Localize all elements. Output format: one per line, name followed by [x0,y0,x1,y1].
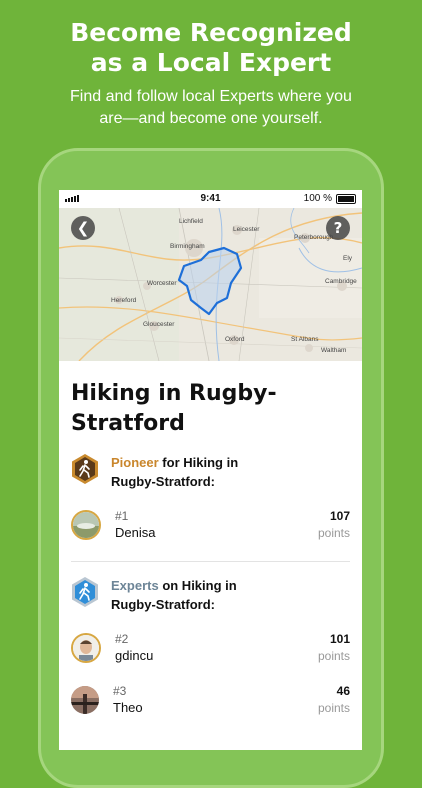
pioneer-caption: Pioneer for Hiking in Rugby-Stratford: [111,453,238,491]
page-title-line-1: Hiking in Rugby- [71,381,277,406]
map-label-leicester: Leicester [233,226,260,233]
page-title-line-2: Stratford [71,411,185,436]
leader-rank: #3 [113,684,127,698]
leader-points: 46 [336,684,350,698]
avatar [71,633,101,663]
pioneer-caption-region: Rugby-Stratford: [111,474,215,489]
map-label-birmingham: Birmingham [170,243,205,250]
leader-points: 101 [329,632,350,646]
pioneer-caption-text: for Hiking in [158,455,239,470]
map-label-lichfield: Lichfield [179,218,203,225]
pioneer-badge-icon [72,454,98,484]
leader-row[interactable]: #3 Theo 46 points [71,682,350,718]
subline-line-1: Find and follow local Experts where you [70,88,352,105]
experts-section: Experts on Hiking in Rugby-Stratford: #2… [71,576,350,718]
map-label-worcester: Worcester [147,280,177,287]
battery-icon [336,193,356,204]
phone-screen: 9:41 100 % Lichfield Leicester Birmingha… [59,190,362,750]
map-label-oxford: Oxford [225,336,245,343]
subline-line-2: are—and become one yourself. [99,110,323,127]
headline-line-2: as a Local Expert [90,48,332,77]
experts-caption-region: Rugby-Stratford: [111,597,215,612]
chevron-left-icon: ❮ [76,219,90,237]
battery-percent: 100 % [303,193,332,204]
headline-line-1: Become Recognized [70,18,352,47]
points-label: points [317,526,350,540]
experts-label: Experts [111,578,159,593]
page-title: Hiking in Rugby- Stratford [71,379,350,439]
leader-name: Denisa [115,525,156,540]
experts-caption-text: on Hiking in [158,578,237,593]
points-label: points [317,649,350,663]
leader-row[interactable]: #1 Denisa 107 points [71,507,350,543]
status-bar: 9:41 100 % [59,190,362,208]
map-label-st-albans: St Albans [291,336,319,343]
expert-badge-icon [72,577,98,607]
leader-rank: #1 [115,509,129,523]
map-label-cambridge: Cambridge [325,278,357,285]
promo-subline: Find and follow local Experts where you … [0,86,422,130]
pioneer-section: Pioneer for Hiking in Rugby-Stratford: #… [71,453,350,562]
leader-rank: #2 [115,632,129,646]
experts-header: Experts on Hiking in Rugby-Stratford: [71,576,350,614]
experts-caption: Experts on Hiking in Rugby-Stratford: [111,576,237,614]
pioneer-label: Pioneer [111,455,159,470]
promo-headline: Become Recognized as a Local Expert [0,18,422,78]
help-button[interactable]: ? [326,216,350,240]
map-label-hereford: Hereford [111,297,137,304]
avatar [71,686,99,714]
section-divider [71,561,350,562]
battery-status: 100 % [304,193,356,204]
leader-row[interactable]: #2 gdincu 101 points [71,630,350,666]
leader-name: gdincu [115,648,154,663]
leader-name: Theo [113,700,143,715]
leader-points: 107 [329,509,350,523]
map-label-ely: Ely [343,255,353,262]
pioneer-header: Pioneer for Hiking in Rugby-Stratford: [71,453,350,491]
back-button[interactable]: ❮ [71,216,95,240]
question-icon: ? [333,219,343,237]
map-label-gloucester: Gloucester [143,321,175,328]
points-label: points [317,701,350,715]
map-label-waltham: Waltham [321,347,347,354]
avatar [71,510,101,540]
region-map[interactable]: Lichfield Leicester Birmingham Peterboro… [59,208,362,361]
